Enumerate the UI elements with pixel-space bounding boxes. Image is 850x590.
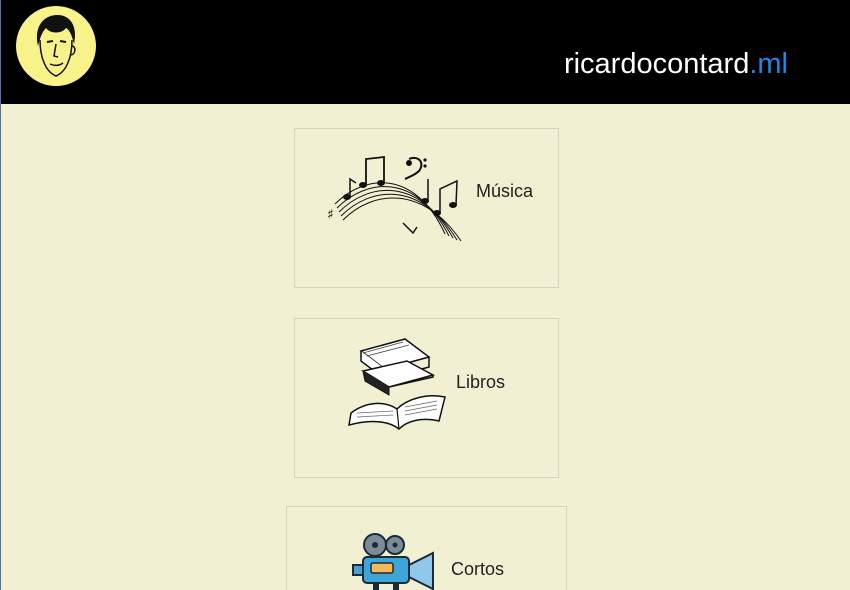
site-name: ricardocontard (563, 48, 750, 80)
section-label-cortos: Cortos (451, 559, 505, 579)
section-label-libros: Libros (456, 372, 506, 392)
site-logo[interactable] (16, 6, 96, 86)
movie-camera-icon (352, 533, 434, 590)
section-card-libros[interactable]: Libros (294, 318, 559, 478)
site-tld: .ml (749, 48, 788, 80)
section-card-cortos[interactable]: Cortos (286, 506, 567, 590)
face-caricature-icon (36, 14, 76, 77)
header-bar: ricardocontard.ml (1, 0, 850, 104)
svg-text:♯: ♯ (327, 207, 334, 223)
music-notes-icon: ♯ (327, 155, 462, 241)
books-icon (348, 338, 446, 431)
site-title-link[interactable]: ricardocontard.ml (564, 46, 788, 82)
section-label-musica: Música (476, 181, 534, 201)
page: ricardocontard.ml ♯ Música Libros Cortos (0, 0, 850, 590)
section-card-musica[interactable]: ♯ Música (294, 128, 559, 288)
